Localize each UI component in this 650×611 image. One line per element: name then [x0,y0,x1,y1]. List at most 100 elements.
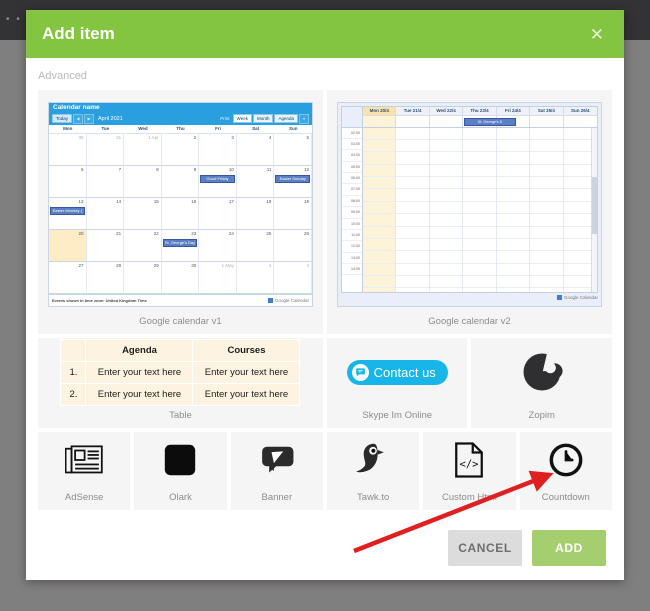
calendar-day-cell[interactable]: 25 [236,229,275,262]
time-slot[interactable] [429,177,463,190]
calendar-event-chip[interactable]: St. George's Day [162,238,198,247]
time-slot[interactable] [363,214,396,227]
calendar-day-cell[interactable]: 4 [236,133,275,166]
time-slot[interactable] [530,202,563,215]
time-slot[interactable] [396,202,429,215]
time-slot[interactable] [463,128,496,140]
calendar-day-cell[interactable]: 30 [161,261,200,294]
week-day-column[interactable]: Tue 21/4 [396,106,430,127]
time-slot[interactable] [429,239,463,252]
calendar-day-cell[interactable]: 10 Good Friday [199,165,237,198]
calendar-day-cell[interactable]: 2 [236,261,275,294]
calendar-day-cell[interactable]: 9 [161,165,200,198]
time-slot[interactable] [530,264,563,276]
time-slot[interactable] [496,239,530,252]
time-slot[interactable] [363,177,396,190]
item-tile-tawk-to[interactable]: Tawk.to [326,432,420,510]
week-day-column[interactable]: Wed 22/4 [429,106,464,127]
time-slot[interactable] [396,165,429,177]
time-slot[interactable] [463,165,496,177]
time-slot[interactable] [463,152,496,165]
time-slot[interactable] [363,227,396,239]
time-slot[interactable] [363,264,396,276]
calendar-day-cell[interactable]: 16 [161,197,200,230]
time-slot[interactable] [530,214,563,227]
time-slot[interactable] [396,227,429,239]
cancel-button[interactable]: CANCEL [448,530,522,566]
time-slot[interactable] [496,264,530,276]
time-slot[interactable] [363,239,396,252]
week-day-column[interactable]: Mon 20/4 [363,106,397,127]
calendar-day-cell[interactable]: 31 [86,133,125,166]
time-slot[interactable] [396,140,429,153]
time-slot[interactable] [463,140,496,153]
calendar-day-cell[interactable]: 3 [199,133,237,166]
calendar-day-cell[interactable]: 15 [124,197,162,230]
calendar-day-cell[interactable]: 7 [86,165,125,198]
time-slot[interactable] [463,214,496,227]
time-slot[interactable] [530,251,563,264]
time-slot[interactable] [530,177,563,190]
scrollbar-track[interactable] [591,127,597,292]
time-slot[interactable] [429,214,463,227]
time-slot[interactable] [429,128,463,140]
time-slot[interactable] [463,189,496,202]
time-slot[interactable] [463,264,496,276]
time-slot[interactable] [496,227,530,239]
time-slot[interactable] [429,140,463,153]
prev-month-icon[interactable]: ◀ [73,113,84,124]
add-button[interactable]: ADD [532,530,606,566]
time-slot-column[interactable] [429,127,464,292]
calendar-day-cell[interactable]: 20 [49,229,87,262]
calendar-day-cell[interactable]: 22 [124,229,162,262]
week-day-column[interactable]: Sun 26/4 [563,106,597,127]
next-month-icon[interactable]: ▶ [84,113,95,124]
item-tile-countdown[interactable]: Countdown [519,432,612,510]
close-icon[interactable]: ✕ [586,22,608,47]
time-slot[interactable] [429,276,463,289]
calendar-day-cell[interactable]: 14 [86,197,125,230]
time-slot[interactable] [363,140,396,153]
time-slot[interactable] [530,189,563,202]
calendar-event-chip[interactable]: Easter Monday ( [50,206,85,215]
all-day-slot[interactable] [530,116,562,127]
calendar-event-chip[interactable]: Good Friday [200,174,235,183]
time-slot[interactable] [530,140,563,153]
time-slot[interactable] [429,264,463,276]
time-slot-column[interactable] [530,127,564,292]
chevron-down-icon[interactable]: ▾ [299,113,309,124]
time-slot[interactable] [496,177,530,190]
calendar-day-cell[interactable]: 17 [199,197,237,230]
calendar-day-cell[interactable]: 3 [274,261,312,294]
calendar-day-cell[interactable]: 26 [274,229,312,262]
time-slot[interactable] [496,152,530,165]
all-day-slot[interactable] [363,115,396,127]
time-slot[interactable] [496,251,530,264]
time-slot[interactable] [363,202,396,215]
view-button-month[interactable]: Month [252,114,274,123]
time-slot[interactable] [530,227,563,239]
calendar-day-cell[interactable]: 18 [236,197,275,230]
time-slot[interactable] [396,264,429,276]
time-slot[interactable] [396,251,429,264]
time-slot[interactable] [496,276,530,289]
scrollbar-thumb[interactable] [592,176,597,235]
calendar-day-cell[interactable]: 1 May [199,261,237,294]
calendar-day-cell[interactable]: 6 [49,165,87,198]
calendar-day-cell[interactable]: 21 [86,229,125,262]
time-slot[interactable] [530,276,563,289]
view-button-agenda[interactable]: Agenda [274,114,298,123]
time-slot[interactable] [463,276,496,289]
time-slot[interactable] [463,177,496,190]
calendar-day-cell[interactable]: 12 Easter Sunday [274,165,312,198]
time-slot[interactable] [463,251,496,264]
time-slot[interactable] [496,140,530,153]
time-slot[interactable] [429,202,463,215]
time-slot[interactable] [363,152,396,165]
time-slot[interactable] [530,128,563,140]
calendar-day-cell[interactable]: 29 [124,261,162,294]
view-button-week[interactable]: Week [232,114,252,123]
time-slot-column[interactable] [363,127,397,292]
calendar-day-cell[interactable]: 8 [124,165,162,198]
all-day-slot[interactable]: St. George's D [463,116,516,127]
